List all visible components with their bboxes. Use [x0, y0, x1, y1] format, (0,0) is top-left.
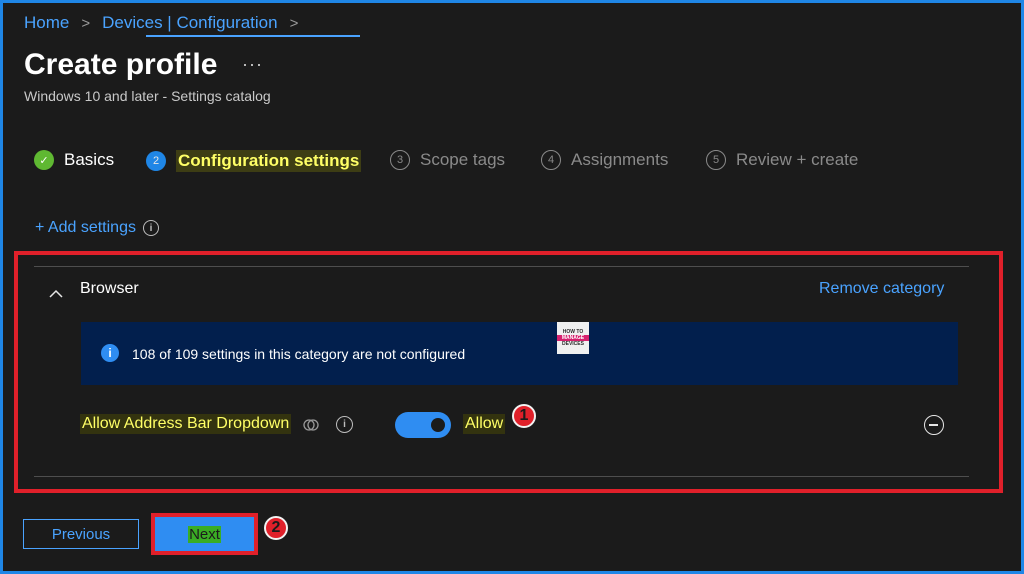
add-settings-label: + Add settings — [35, 219, 136, 236]
page-subtitle: Windows 10 and later - Settings catalog — [24, 88, 271, 104]
page-title: Create profile — [24, 48, 218, 81]
allow-toggle[interactable] — [395, 412, 451, 438]
info-icon[interactable]: i — [142, 220, 159, 236]
next-button[interactable]: Next — [155, 517, 254, 551]
more-options-button[interactable]: ··· — [242, 54, 263, 75]
add-settings-link[interactable]: + Add settings i — [35, 219, 159, 237]
setting-label: Allow Address Bar Dropdown — [80, 414, 292, 434]
breadcrumb-devices-configuration[interactable]: Devices | Configuration — [102, 13, 277, 33]
step-scope-tags[interactable]: 3 Scope tags — [390, 150, 505, 170]
step-label: Assignments — [571, 150, 669, 169]
divider — [34, 476, 969, 477]
step-label: Configuration settings — [176, 150, 362, 172]
annotation-badge-1: 1 — [512, 404, 536, 428]
annotation-badge-2: 2 — [264, 516, 288, 540]
checkmark-icon: ✓ — [34, 150, 54, 170]
logo-line: DEVICES — [562, 341, 584, 347]
chevron-up-icon[interactable] — [49, 287, 63, 301]
highlight-box-next: Next — [151, 513, 258, 555]
sync-icon — [303, 419, 319, 431]
remove-category-link[interactable]: Remove category — [819, 280, 944, 298]
step-number: 3 — [390, 150, 410, 170]
setting-info-icon[interactable]: i — [336, 416, 353, 433]
next-button-label: Next — [188, 525, 221, 543]
step-configuration-settings[interactable]: 2 Configuration settings — [146, 150, 362, 172]
previous-button[interactable]: Previous — [23, 519, 139, 549]
info-icon: i — [101, 344, 119, 362]
toggle-value-label: Allow — [463, 414, 506, 434]
breadcrumb-separator: > — [289, 14, 299, 32]
step-label: Basics — [64, 150, 115, 169]
step-number: 4 — [541, 150, 561, 170]
watermark-logo: HOW TO MANAGE DEVICES — [557, 322, 589, 354]
step-label: Review + create — [736, 150, 859, 169]
step-label: Scope tags — [420, 150, 506, 169]
step-number: 2 — [146, 151, 166, 171]
divider — [34, 266, 969, 267]
breadcrumb: Home > Devices | Configuration > — [24, 13, 298, 33]
breadcrumb-separator: > — [81, 14, 91, 32]
breadcrumb-home[interactable]: Home — [24, 13, 69, 33]
step-number: 5 — [706, 150, 726, 170]
step-assignments[interactable]: 4 Assignments — [541, 150, 668, 170]
step-review-create[interactable]: 5 Review + create — [706, 150, 858, 170]
category-title[interactable]: Browser — [80, 280, 139, 298]
info-banner-text: 108 of 109 settings in this category are… — [132, 346, 466, 362]
toggle-knob — [431, 418, 445, 432]
active-step-underline — [146, 35, 360, 37]
remove-setting-icon[interactable] — [924, 415, 944, 435]
step-basics[interactable]: ✓ Basics — [34, 150, 114, 170]
